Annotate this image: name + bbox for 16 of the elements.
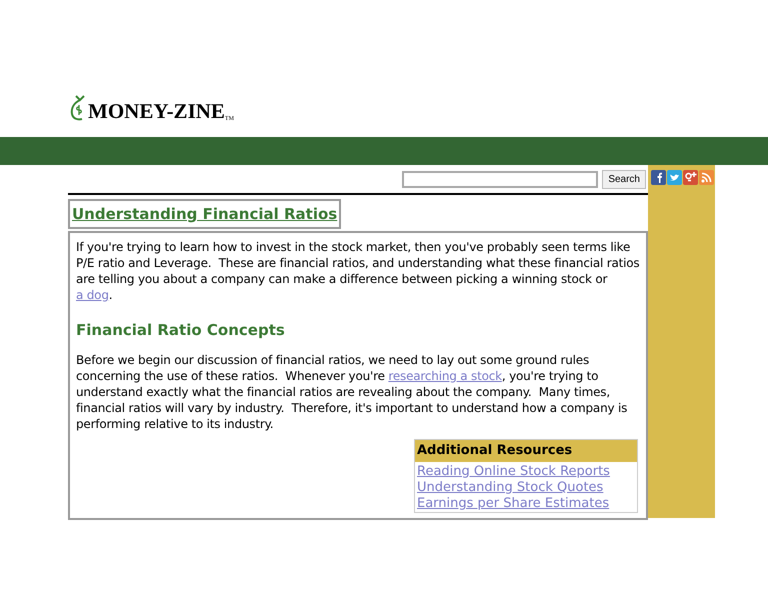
search-field[interactable] xyxy=(402,170,598,188)
logo-text: MONEY-ZINE xyxy=(88,101,225,122)
rss-icon[interactable] xyxy=(699,170,714,185)
paragraph: Before we begin our discussion of financial ratios, we need to lay out some ground rules concerning the use of these ratios. Whenever you're researching a stock, you're trying to understand exactly what the financial ratios are revealing about the company. Many times, financial ratios will vary by industry. Therefore, it's important to understand how a company is performing relative to its industry. xyxy=(76,352,628,432)
search-button[interactable]: Search xyxy=(602,170,646,188)
page-title[interactable]: Understanding Financial Ratios xyxy=(68,199,342,229)
resource-link[interactable]: Reading Online Stock Reports xyxy=(417,464,635,480)
resource-link[interactable]: Understanding Stock Quotes xyxy=(417,480,635,496)
google-plus-icon[interactable] xyxy=(683,170,698,185)
resources-heading: Additional Resources xyxy=(415,440,637,462)
section-heading: Financial Ratio Concepts xyxy=(76,320,286,341)
paragraph: If you're trying to learn how to invest in the stock market, then you've probably seen terms like P/E ratio and Leverage. These are financial ratios, and understanding what these financial ratios are telling you about a company can make a difference between picking a winning stock or a dog. xyxy=(76,239,640,303)
facebook-icon[interactable] xyxy=(651,170,666,185)
text-link[interactable]: researching a stock xyxy=(388,368,502,382)
text-link[interactable]: a dog xyxy=(76,288,109,302)
resource-link[interactable]: Earnings per Share Estimates xyxy=(417,496,635,512)
